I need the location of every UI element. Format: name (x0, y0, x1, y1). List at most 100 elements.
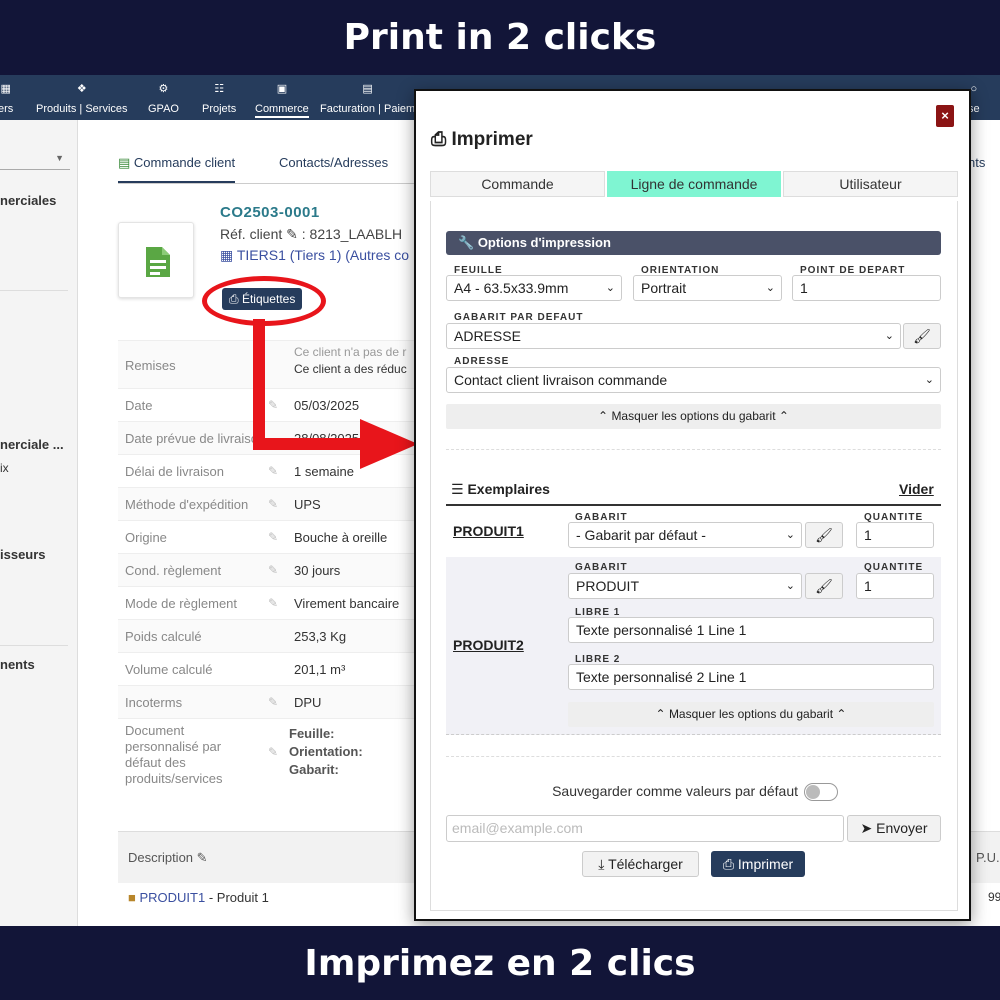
nav-item-commerce[interactable]: ▣ Commerce (255, 81, 309, 118)
orientation-select[interactable]: Portrait ⌄ (633, 275, 782, 301)
tiers-link[interactable]: ▦ TIERS1 (Tiers 1) (Autres co (220, 247, 409, 264)
send-button[interactable]: ➤ Envoyer (847, 815, 941, 842)
line-price: 99 (988, 890, 1000, 904)
building-icon: ▦ (0, 83, 11, 95)
point-depart-input[interactable]: 1 (792, 275, 941, 301)
exemplaires-rule (446, 504, 941, 506)
property-value: 253,3 Kg (294, 629, 347, 644)
tab-commande-client[interactable]: ▤ Commande client (118, 155, 236, 184)
doc-gabarit-label: Gabarit: (289, 762, 339, 777)
product1-quantity-input[interactable]: 1 (856, 522, 934, 548)
nav-label: ers (0, 103, 14, 115)
product1-brush-button[interactable]: 🖌 (805, 522, 843, 548)
property-label: Cond. règlement (125, 563, 222, 578)
product2-quantity-input[interactable]: 1 (856, 573, 934, 599)
nav-item-produits[interactable]: ❖ Produits | Services (36, 81, 128, 115)
property-row: Date ✎ 05/03/2025 (118, 388, 418, 421)
bottom-banner: Imprimez en 2 clics (0, 926, 1000, 1000)
sidebar-item[interactable]: isseurs (0, 547, 46, 562)
wrench-icon: 🔧 (458, 235, 475, 250)
libre1-input[interactable]: Texte personnalisé 1 Line 1 (568, 617, 934, 643)
print-label: Imprimer (737, 856, 794, 872)
sidebar-item[interactable]: nents (0, 657, 35, 672)
property-label: Incoterms (125, 695, 183, 710)
save-default-toggle[interactable] (803, 783, 838, 802)
product1-gabarit-select[interactable]: - Gabarit par défaut - ⌄ (568, 522, 802, 548)
document-icon: ▤ (118, 155, 131, 170)
sidebar-item[interactable]: nerciales (0, 193, 56, 208)
chevron-up-icon: ⌃ (598, 409, 609, 423)
paper-plane-icon: ➤ (860, 820, 873, 836)
gabarit-label: GABARIT (575, 562, 628, 573)
send-label: Envoyer (876, 820, 928, 836)
product2-gabarit-value: PRODUIT (576, 578, 639, 594)
pencil-icon[interactable]: ✎ (268, 695, 278, 709)
pencil-icon[interactable]: ✎ (268, 530, 278, 544)
print-button[interactable]: ⎙ Imprimer (711, 851, 805, 877)
brush-icon: 🖌 (913, 328, 931, 344)
product2-hide-options-button[interactable]: ⌃ Masquer les options du gabarit ⌃ (568, 702, 934, 727)
chevron-up-icon: ⌃ (836, 707, 847, 721)
exemplaires-text: Exemplaires (467, 481, 550, 497)
nav-label: Projets (202, 103, 237, 115)
tab-label: Commande client (133, 155, 236, 170)
property-label: Volume calculé (125, 662, 213, 677)
nav-label: Facturation | Paiem (320, 103, 416, 115)
adresse-select[interactable]: Contact client livraison commande ⌄ (446, 367, 941, 393)
chevron-down-icon: ⌄ (924, 374, 934, 386)
download-button[interactable]: ⤓ Télécharger (582, 851, 699, 877)
section-divider (446, 756, 941, 757)
sitemap-icon: ☷ (214, 83, 225, 95)
product2-name: PRODUIT2 (453, 637, 524, 653)
print-options-header: 🔧 Options d'impression (446, 231, 941, 255)
pencil-icon[interactable]: ✎ (268, 596, 278, 610)
tab-utilisateur[interactable]: Utilisateur (783, 171, 958, 197)
product1-name: PRODUIT1 (453, 523, 524, 539)
property-row: Document personnalisé par défaut des pro… (118, 718, 418, 790)
close-button[interactable]: × (936, 105, 954, 127)
pencil-icon[interactable]: ✎ (268, 497, 278, 511)
tab-divider (118, 183, 418, 184)
property-value: 30 jours (294, 563, 341, 578)
nav-item-tiers[interactable]: ▦ ers (0, 81, 13, 115)
product-link[interactable]: PRODUIT1 (139, 890, 205, 905)
brush-button[interactable]: 🖌 (903, 323, 941, 349)
pencil-icon[interactable]: ✎ (197, 850, 208, 865)
pencil-icon[interactable]: ✎ (268, 745, 278, 759)
adresse-value: Contact client livraison commande (454, 372, 668, 388)
email-input[interactable]: email@example.com (446, 815, 844, 842)
section-divider (446, 449, 941, 450)
chevron-down-icon: ⌄ (605, 282, 615, 294)
chevron-down-icon: ⌄ (765, 282, 775, 294)
pencil-icon[interactable]: ✎ (268, 464, 278, 478)
sidebar-item[interactable]: nerciale ... (0, 437, 64, 452)
property-row: Remises Ce client n'a pas de r Ce client… (118, 340, 418, 388)
line-item: ■ PRODUIT1 - Produit 1 (128, 890, 269, 905)
feuille-value: A4 - 63.5x33.9mm (454, 280, 569, 296)
nav-item-gpao[interactable]: ⚙ GPAO (148, 81, 179, 115)
hide-options-label: Masquer les options du gabarit (668, 707, 834, 721)
product2-gabarit-select[interactable]: PRODUIT ⌄ (568, 573, 802, 599)
gabarit-defaut-select[interactable]: ADRESSE ⌄ (446, 323, 901, 349)
invoice-icon: ▤ (362, 83, 373, 95)
pencil-icon[interactable]: ✎ (268, 398, 278, 412)
feuille-select[interactable]: A4 - 63.5x33.9mm ⌄ (446, 275, 622, 301)
sidebar-select[interactable]: ▼ (0, 150, 70, 170)
sidebar-subitem[interactable]: ix (0, 461, 9, 475)
save-default-row: Sauvegarder comme valeurs par défaut (431, 783, 959, 802)
tab-contacts-adresses[interactable]: Contacts/Adresses (279, 155, 388, 170)
libre2-input[interactable]: Texte personnalisé 2 Line 1 (568, 664, 934, 690)
tab-commande[interactable]: Commande (430, 171, 605, 197)
order-ref: CO2503-0001 (220, 204, 320, 221)
property-row: Origine ✎ Bouche à oreille (118, 520, 418, 553)
brush-icon: 🖌 (815, 527, 833, 543)
nav-item-projets[interactable]: ☷ Projets (202, 81, 236, 115)
sidebar-divider (0, 645, 68, 646)
product2-brush-button[interactable]: 🖌 (805, 573, 843, 599)
nav-item-facturation[interactable]: ▤ Facturation | Paiem (320, 81, 415, 115)
pencil-icon[interactable]: ✎ (268, 563, 278, 577)
vider-link[interactable]: Vider (899, 481, 934, 497)
tab-ligne-de-commande[interactable]: Ligne de commande (607, 171, 781, 197)
chevron-down-icon: ⌄ (884, 330, 894, 342)
hide-template-options-button[interactable]: ⌃ Masquer les options du gabarit ⌃ (446, 404, 941, 429)
